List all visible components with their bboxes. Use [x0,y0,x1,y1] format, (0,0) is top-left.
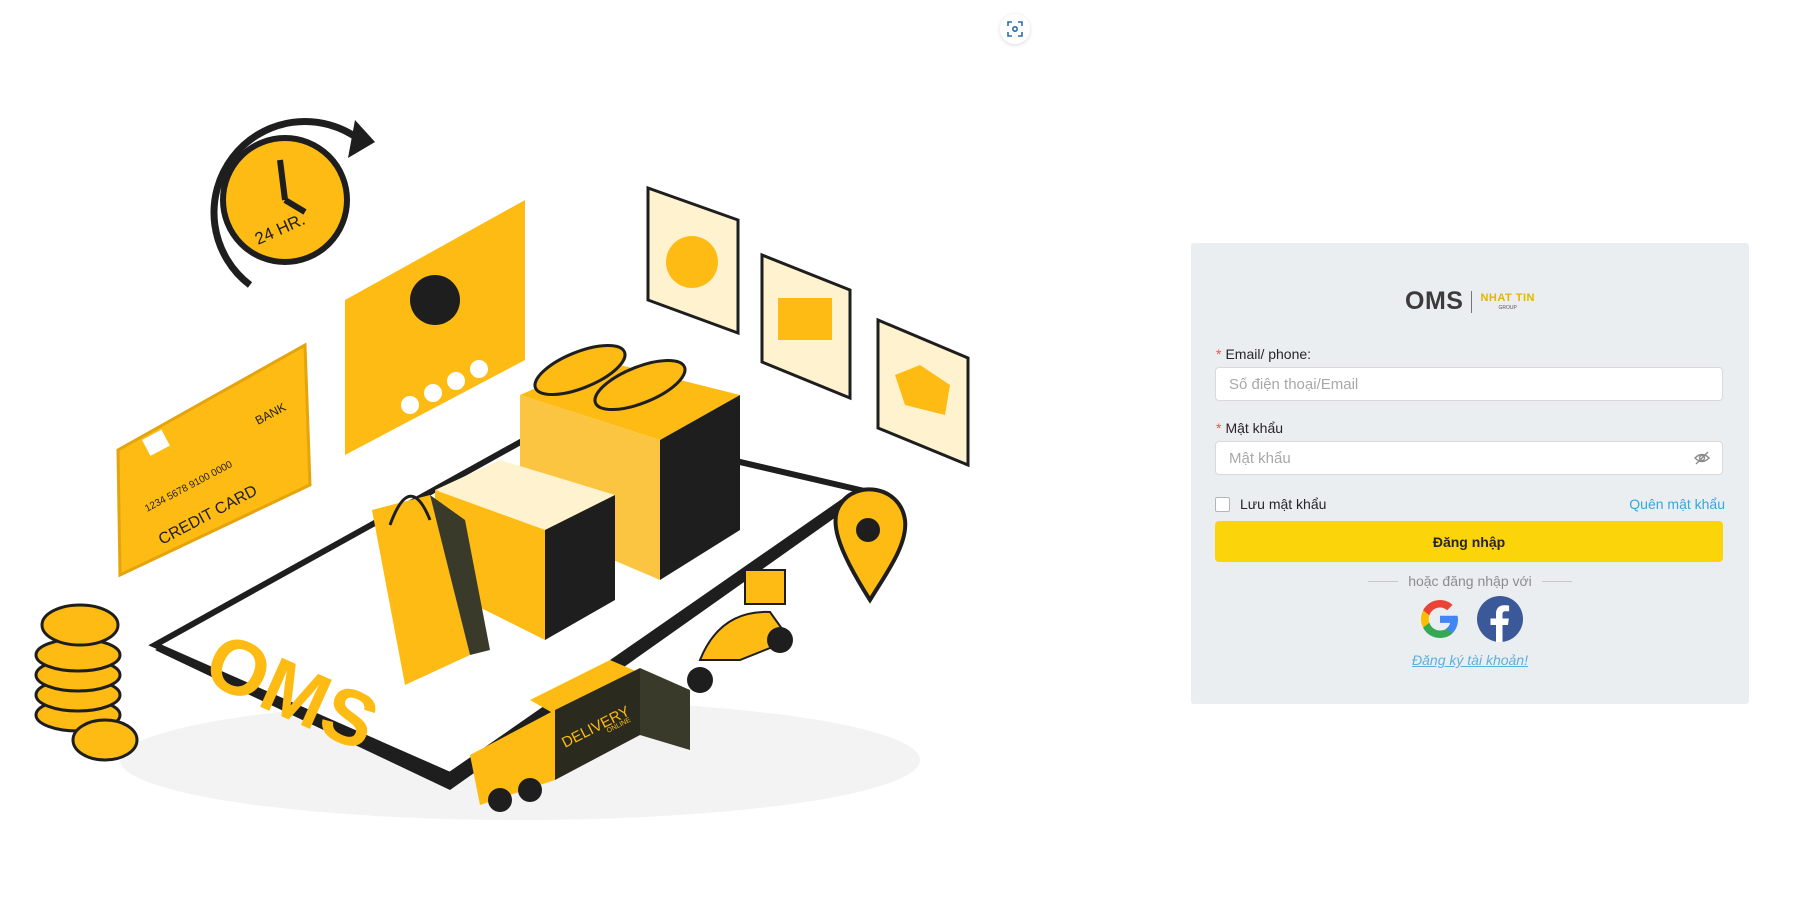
password-label-text: Mật khẩu [1225,420,1284,436]
clock-illustration: 24 HR. [210,118,375,288]
remember-password[interactable]: Lưu mật khẩu [1215,496,1326,512]
ecommerce-illustration: OMS 24 HR. BANK 1234 5678 9100 0000 CRED… [34,118,970,820]
remember-checkbox[interactable] [1215,496,1230,512]
facebook-icon [1490,605,1510,642]
brand-name: OMS [1405,287,1464,315]
forgot-password-link[interactable]: Quên mật khẩu [1629,496,1725,512]
login-card: OMS NHAT TIN GROUP *Email/ phone: *Mật k… [1191,243,1749,704]
divider-line [1368,580,1399,582]
or-divider: hoặc đăng nhập với [1191,573,1749,589]
required-mark: * [1216,420,1222,436]
register-link[interactable]: Đăng ký tài khoản! [1191,652,1749,668]
email-label: * Email/ phone: [1216,346,1311,362]
focus-icon[interactable] [1000,14,1030,44]
brand-separator [1471,290,1473,313]
support-chat-illustration [345,200,525,455]
brand-group: GROUP [1498,304,1517,311]
password-label: * Mật khẩu [1216,420,1283,436]
divider-line [1541,580,1572,582]
remember-label: Lưu mật khẩu [1240,496,1327,512]
email-label-text: Email/ phone: [1225,346,1312,362]
brand-logo: OMS NHAT TIN GROUP [1191,287,1749,316]
brand-sub-name: NHAT TIN [1480,291,1535,304]
password-input[interactable] [1215,441,1723,475]
credit-card-illustration: BANK 1234 5678 9100 0000 CREDIT CARD [116,342,312,578]
location-pin-illustration [833,487,908,604]
required-mark: * [1216,346,1222,362]
brand-sub: NHAT TIN GROUP [1480,291,1535,311]
email-input[interactable] [1215,367,1723,401]
google-login-button[interactable] [1417,596,1463,642]
google-icon [1421,600,1458,638]
or-login-with-text: hoặc đăng nhập với [1408,573,1532,589]
eye-off-icon[interactable] [1693,449,1711,467]
facebook-login-button[interactable] [1477,596,1523,642]
coins-illustration [34,603,139,762]
login-button[interactable]: Đăng nhập [1215,521,1723,562]
social-logins [1191,596,1749,642]
